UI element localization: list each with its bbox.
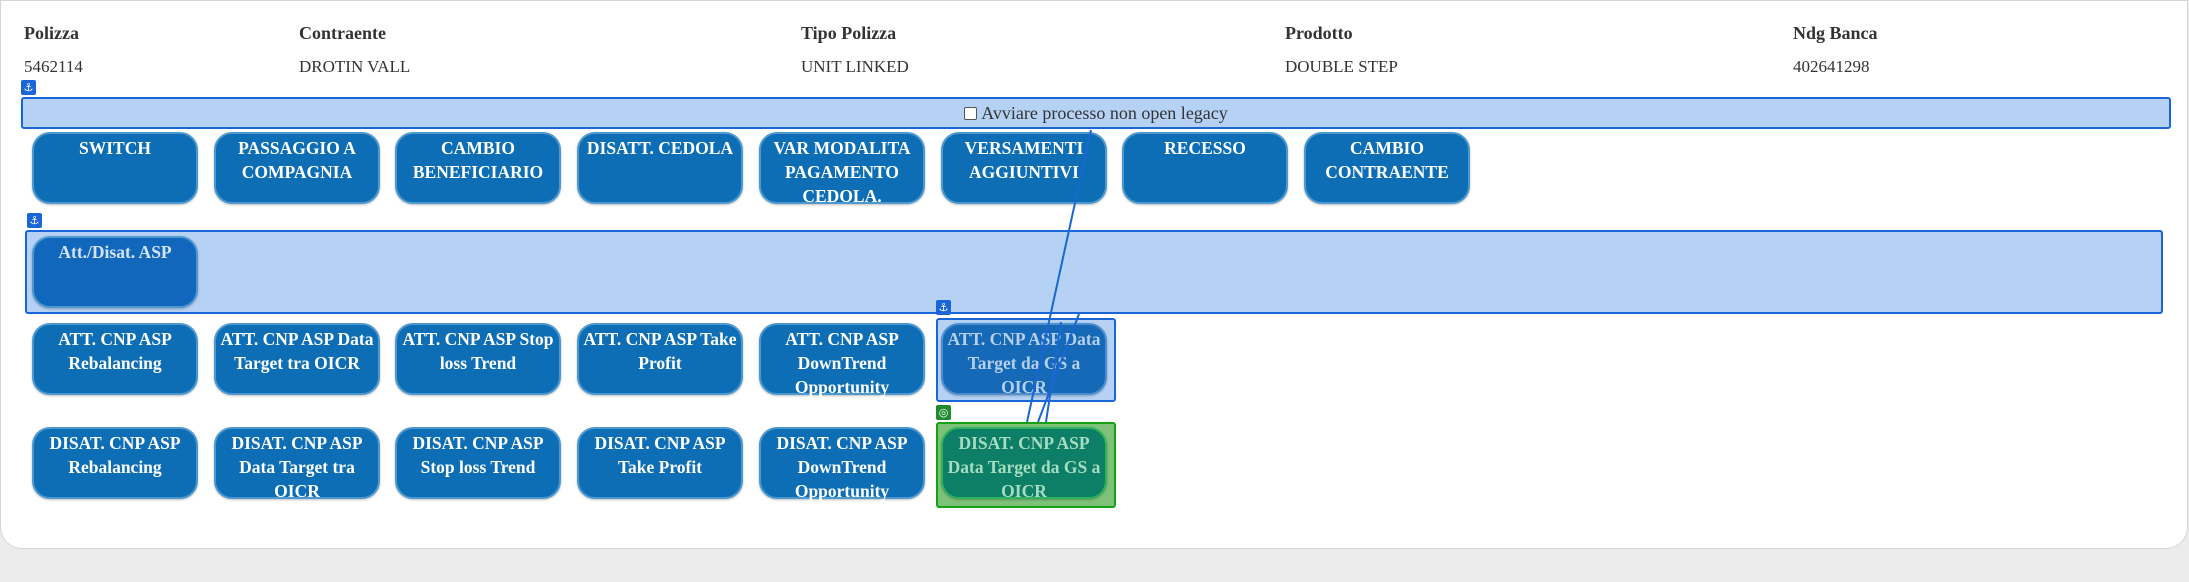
header-label-contraente: Contraente [299, 23, 386, 43]
anchor-icon[interactable]: ⚓ [21, 80, 36, 95]
anchor-icon[interactable]: ⚓ [27, 213, 42, 228]
passaggio-a-compagnia-button[interactable]: PASSAGGIO A COMPAGNIA [214, 132, 380, 204]
cambio-beneficiario-button[interactable]: CAMBIO BENEFICIARIO [395, 132, 561, 204]
legacy-label: Avviare processo non open legacy [981, 102, 1228, 123]
disat-cnp-asp-data-target-da-gs-a-oicr-button[interactable]: DISAT. CNP ASP Data Target da GS a OICR [941, 427, 1107, 501]
target-icon: ◎ [936, 405, 951, 420]
header-label-polizza: Polizza [24, 23, 79, 43]
switch-button[interactable]: SWITCH [32, 132, 198, 204]
anchor-icon[interactable]: ⚓ [936, 300, 951, 315]
disatt-cedola-button[interactable]: DISATT. CEDOLA [577, 132, 743, 204]
att-cnp-asp-data-target-tra-oicr-button[interactable]: ATT. CNP ASP Data Target tra OICR [214, 323, 380, 395]
disat-cnp-asp-take-profit-button[interactable]: DISAT. CNP ASP Take Profit [577, 427, 743, 499]
att-disat-asp-button[interactable]: Att./Disat. ASP [32, 236, 198, 308]
header-label-ndg-banca: Ndg Banca [1793, 23, 1878, 43]
header-value-contraente: DROTIN VALL [299, 57, 411, 76]
att-cnp-asp-stop-loss-trend-button[interactable]: ATT. CNP ASP Stop loss Trend [395, 323, 561, 395]
recesso-button[interactable]: RECESSO [1122, 132, 1288, 204]
asp-drop-zone[interactable] [25, 230, 2163, 314]
disat-cnp-asp-stop-loss-trend-button[interactable]: DISAT. CNP ASP Stop loss Trend [395, 427, 561, 499]
disat-cnp-asp-rebalancing-button[interactable]: DISAT. CNP ASP Rebalancing [32, 427, 198, 499]
header-value-polizza: 5462114 [24, 57, 83, 76]
header-value-prodotto: DOUBLE STEP [1285, 57, 1398, 76]
att-cnp-asp-rebalancing-button[interactable]: ATT. CNP ASP Rebalancing [32, 323, 198, 395]
att-cnp-asp-take-profit-button[interactable]: ATT. CNP ASP Take Profit [577, 323, 743, 395]
header-label-prodotto: Prodotto [1285, 23, 1353, 43]
header-label-tipo-polizza: Tipo Polizza [801, 23, 897, 43]
legacy-checkbox[interactable] [964, 106, 978, 120]
var-modalita-pagamento-cedola-button[interactable]: VAR MODALITA PAGAMENTO CEDOLA. [759, 132, 925, 206]
disat-cnp-asp-downtrend-opportunity-button[interactable]: DISAT. CNP ASP DownTrend Opportunity [759, 427, 925, 501]
disat-cnp-asp-data-target-tra-oicr-button[interactable]: DISAT. CNP ASP Data Target tra OICR [214, 427, 380, 501]
cambio-contraente-button[interactable]: CAMBIO CONTRAENTE [1304, 132, 1470, 204]
header-value-ndg-banca: 402641298 [1793, 57, 1870, 76]
header-value-tipo-polizza: UNIT LINKED [801, 57, 909, 76]
att-cnp-asp-downtrend-opportunity-button[interactable]: ATT. CNP ASP DownTrend Opportunity [759, 323, 925, 397]
att-cnp-asp-data-target-da-gs-a-oicr-button[interactable]: ATT. CNP ASP Data Target da GS a OICR [941, 323, 1107, 397]
versamenti-aggiuntivi-button[interactable]: VERSAMENTI AGGIUNTIVI [941, 132, 1107, 204]
legacy-process-bar[interactable]: Avviare processo non open legacy [21, 97, 2171, 129]
policy-panel: Polizza Contraente Tipo Polizza Prodotto… [0, 0, 2188, 549]
